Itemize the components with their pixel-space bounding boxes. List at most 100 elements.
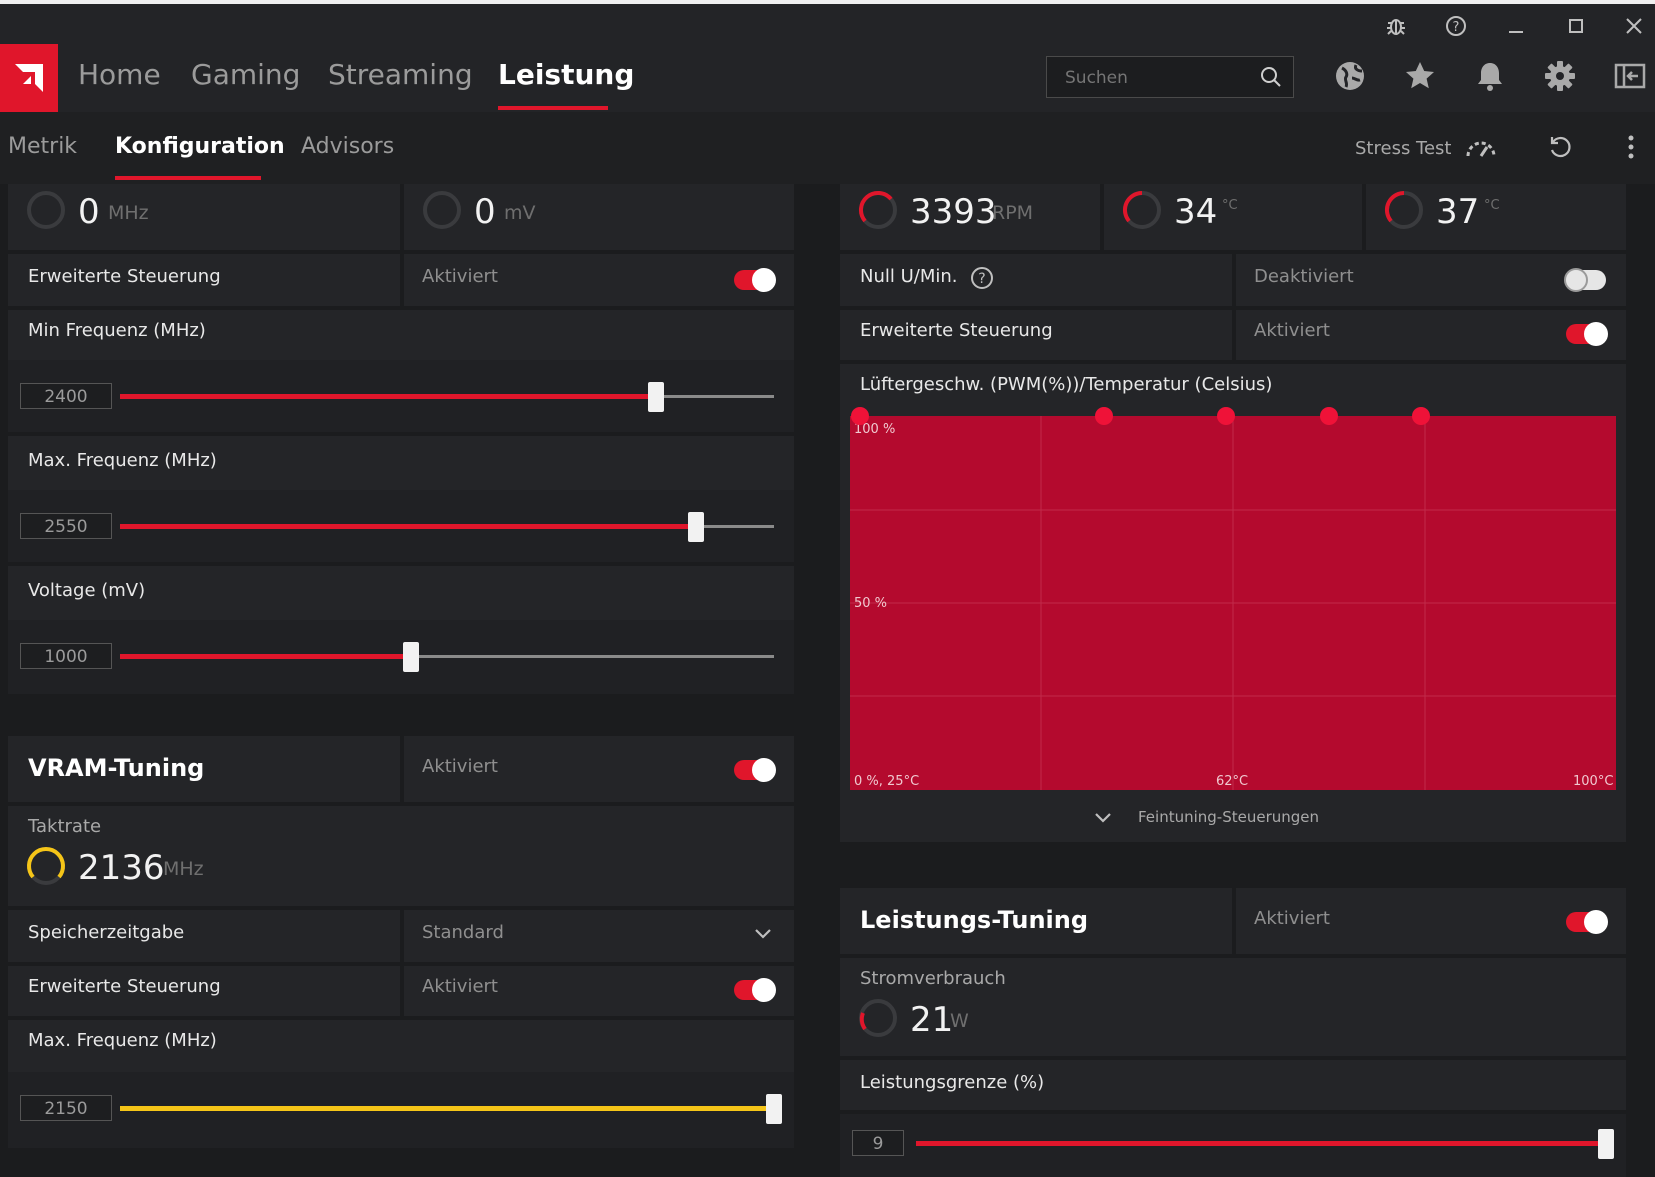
voltage-gauge-icon	[423, 191, 461, 229]
gpu-tuning-panel: 0 MHz 0 mV Erweiterte Steuerung Aktivier…	[8, 184, 794, 694]
temperature-metric: 34 °C	[1104, 184, 1362, 250]
power-limit-label: Leistungsgrenze (%)	[860, 1072, 1045, 1093]
voltage-label: Voltage (mV)	[28, 580, 146, 601]
vram-max-frequency-label: Max. Frequenz (MHz)	[28, 1030, 217, 1051]
gpu-clock-metric: 0 MHz	[8, 184, 400, 250]
minimize-icon[interactable]	[1504, 14, 1528, 38]
sidebar-toggle-icon[interactable]	[1612, 58, 1648, 94]
maximize-icon[interactable]	[1564, 14, 1588, 38]
nav-tab-leistung[interactable]: Leistung	[498, 58, 634, 91]
divider	[840, 360, 1626, 364]
fan-rpm-value: 3393	[910, 192, 997, 232]
chevron-down-icon	[755, 929, 771, 939]
fan-chart-bottom-left-label: 0 %, 25°C	[854, 774, 920, 789]
help-icon[interactable]: ?	[970, 266, 994, 290]
fan-curve-point[interactable]	[1412, 407, 1430, 425]
divider	[400, 966, 404, 1016]
divider	[840, 1056, 1626, 1060]
reset-icon[interactable]	[1547, 134, 1573, 164]
power-tuning-toggle[interactable]	[1566, 910, 1608, 934]
fan-curve-chart[interactable]: 100 % 50 % 0 %, 25°C 62°C 100°C	[850, 416, 1616, 790]
vram-toggle[interactable]	[734, 758, 776, 782]
active-subtab-underline	[115, 176, 261, 180]
junction-temperature-gauge-icon	[1384, 190, 1423, 229]
divider	[1232, 310, 1236, 360]
gear-icon[interactable]	[1542, 58, 1578, 94]
bug-icon[interactable]	[1384, 14, 1408, 38]
gpu-advanced-state: Aktiviert	[422, 266, 498, 287]
power-limit-fill	[916, 1141, 1606, 1146]
help-icon[interactable]: ?	[1444, 14, 1468, 38]
fan-rpm-unit: RPM	[992, 202, 1034, 224]
search-box[interactable]	[1046, 56, 1294, 99]
globe-icon[interactable]	[1332, 58, 1368, 94]
divider	[8, 432, 794, 436]
vram-max-frequency-input[interactable]: 2150	[20, 1095, 112, 1121]
junction-temperature-metric: 37 °C	[1366, 184, 1626, 250]
bell-icon[interactable]	[1472, 58, 1508, 94]
amd-logo[interactable]	[0, 44, 58, 112]
search-input[interactable]	[1047, 57, 1267, 99]
max-frequency-input[interactable]: 2550	[20, 513, 112, 539]
gpu-advanced-toggle[interactable]	[734, 268, 776, 292]
search-icon[interactable]	[1259, 65, 1283, 93]
divider	[8, 562, 794, 566]
fan-curve-point[interactable]	[1095, 407, 1113, 425]
fan-chart-mid-label: 50 %	[854, 596, 888, 611]
fan-curve-point[interactable]	[851, 407, 869, 425]
min-frequency-slider-thumb[interactable]	[648, 382, 665, 412]
fan-curve-point[interactable]	[1217, 407, 1235, 425]
voltage-input[interactable]: 1000	[20, 643, 112, 669]
vram-advanced-toggle[interactable]	[734, 978, 776, 1002]
nav-tab-gaming[interactable]: Gaming	[191, 58, 300, 91]
close-icon[interactable]	[1622, 14, 1646, 38]
power-limit-slider-thumb[interactable]	[1598, 1129, 1614, 1159]
stress-test-gauge-icon[interactable]	[1464, 132, 1498, 166]
fan-curve-title: Lüftergeschw. (PWM(%))/Temperatur (Celsi…	[860, 374, 1273, 395]
max-frequency-slider-thumb[interactable]	[687, 512, 704, 542]
power-limit-input[interactable]: 9	[852, 1130, 904, 1156]
stress-test-label[interactable]: Stress Test	[1355, 138, 1452, 159]
nav-tab-streaming[interactable]: Streaming	[328, 58, 473, 91]
gpu-voltage-metric: 0 mV	[404, 184, 794, 250]
vram-advanced-state: Aktiviert	[422, 976, 498, 997]
junction-temperature-unit: °C	[1484, 198, 1500, 213]
vram-tuning-panel: VRAM-Tuning Aktiviert Taktrate 2136 MHz …	[8, 736, 794, 1148]
vram-clock-unit: MHz	[163, 858, 204, 880]
max-frequency-fill	[120, 524, 696, 529]
min-frequency-input[interactable]: 2400	[20, 383, 112, 409]
star-icon[interactable]	[1402, 58, 1438, 94]
vram-clock-gauge-icon	[27, 847, 65, 885]
zero-rpm-label: Null U/Min.	[860, 266, 958, 287]
power-tuning-state: Aktiviert	[1254, 908, 1330, 929]
power-tuning-panel: Leistungs-Tuning Aktiviert Stromverbrauc…	[840, 888, 1626, 1177]
fan-curve-grid	[850, 416, 1616, 790]
fan-advanced-toggle[interactable]	[1566, 322, 1608, 346]
more-options-icon[interactable]	[1626, 134, 1636, 164]
sub-navigation: Metrik Konfiguration Advisors Stress Tes…	[0, 112, 1655, 184]
vram-max-frequency-slider-thumb[interactable]	[766, 1094, 782, 1124]
vram-state: Aktiviert	[422, 756, 498, 777]
subtab-advisors[interactable]: Advisors	[301, 134, 394, 159]
clock-gauge-icon	[27, 191, 65, 229]
subtab-konfiguration[interactable]: Konfiguration	[115, 134, 285, 159]
fan-curve-point[interactable]	[1320, 407, 1338, 425]
gpu-advanced-label: Erweiterte Steuerung	[28, 266, 221, 287]
memory-timing-dropdown[interactable]: Standard	[404, 910, 794, 962]
memory-timing-label: Speicherzeitgabe	[28, 922, 185, 943]
active-tab-underline	[498, 106, 608, 110]
zero-rpm-toggle[interactable]	[1564, 268, 1606, 292]
rpm-gauge-icon	[859, 191, 897, 229]
power-consumption-unit: W	[950, 1010, 969, 1032]
divider	[1232, 888, 1236, 954]
voltage-slider-thumb[interactable]	[403, 642, 420, 672]
max-frequency-label: Max. Frequenz (MHz)	[28, 450, 217, 471]
divider	[400, 254, 404, 306]
subtab-metrik[interactable]: Metrik	[8, 134, 77, 159]
nav-tab-home[interactable]: Home	[78, 58, 161, 91]
fan-advanced-state: Aktiviert	[1254, 320, 1330, 341]
divider	[840, 954, 1626, 958]
divider	[8, 802, 794, 806]
fine-tune-controls-toggle[interactable]: Feintuning-Steuerungen	[840, 804, 1626, 842]
junction-temperature-value: 37	[1436, 192, 1480, 232]
